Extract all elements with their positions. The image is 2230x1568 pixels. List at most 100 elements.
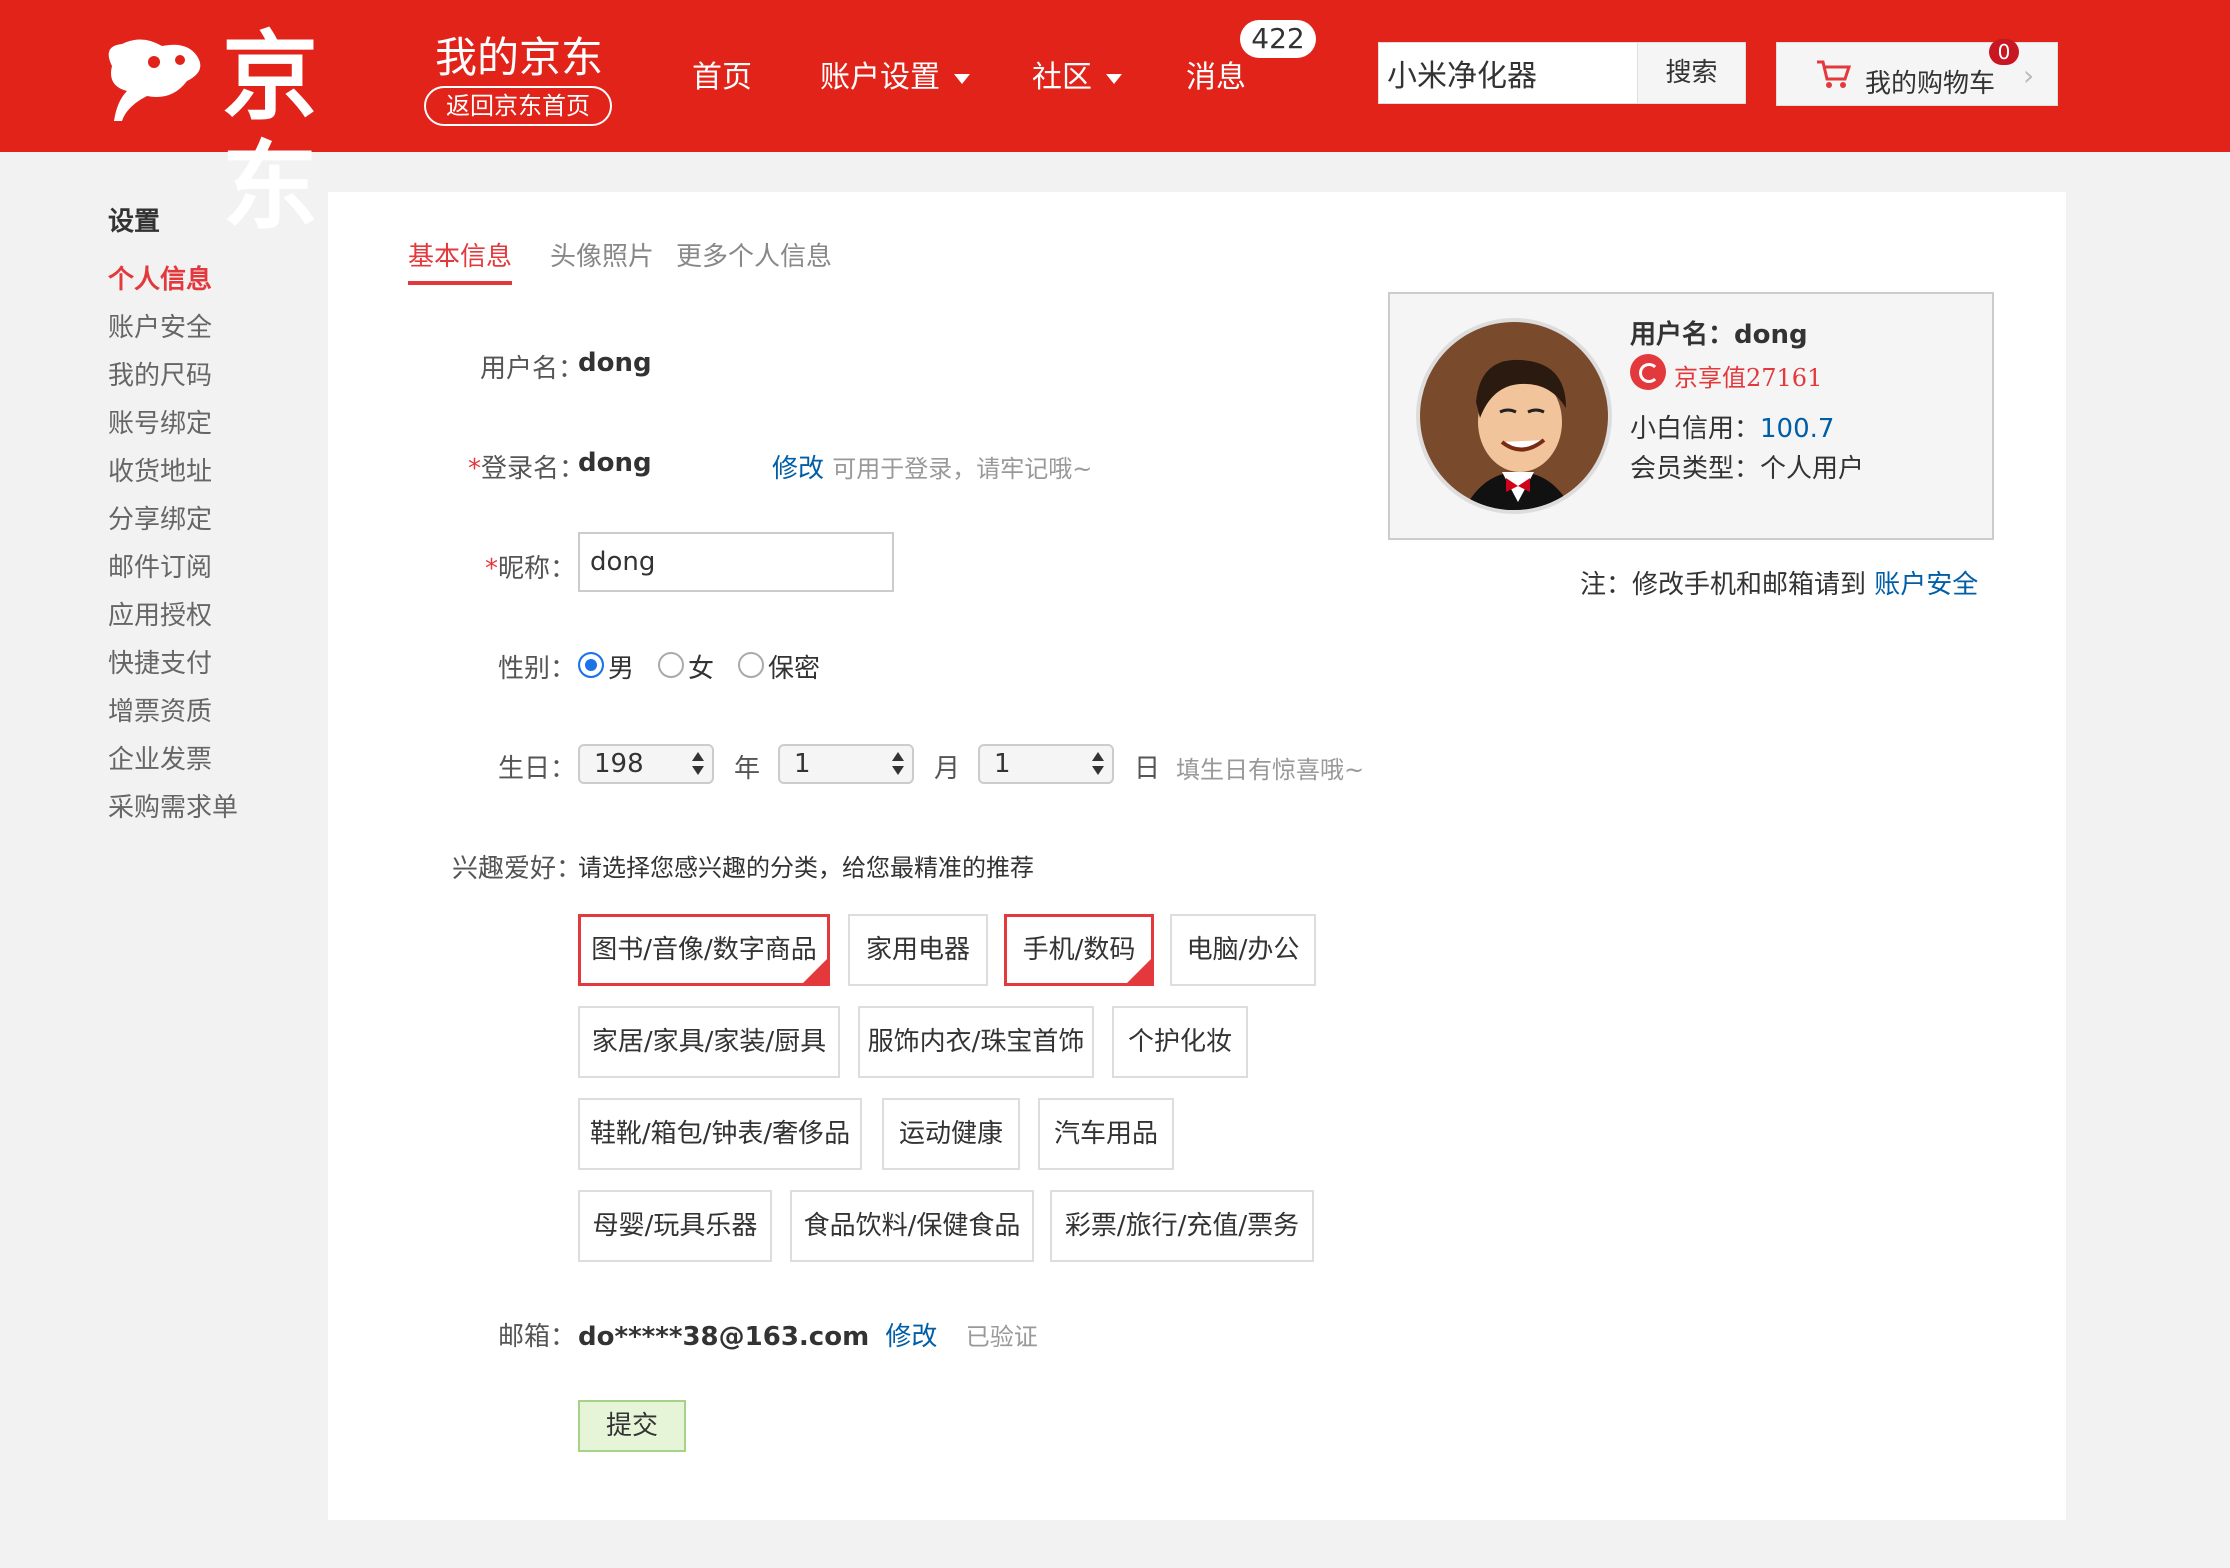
interest-tag-label: 食品饮料/保健食品 bbox=[803, 1211, 1021, 1241]
birth-year-select[interactable]: 198 bbox=[578, 744, 714, 784]
nav-messages[interactable]: 消息 bbox=[1186, 52, 1246, 96]
interest-tag-label: 图书/音像/数字商品 bbox=[591, 935, 817, 965]
interest-tag-label: 家用电器 bbox=[865, 935, 970, 965]
sidebar-item-personal-info[interactable]: 个人信息 bbox=[108, 260, 308, 308]
sidebar-item-email-subscription[interactable]: 邮件订阅 bbox=[108, 548, 308, 596]
interest-tag-apparel[interactable]: 服饰内衣/珠宝首饰 bbox=[858, 1006, 1094, 1078]
interest-tag-phones[interactable]: 手机/数码 bbox=[1004, 914, 1154, 986]
gender-female-label: 女 bbox=[688, 654, 715, 684]
sidebar-item-account-security[interactable]: 账户安全 bbox=[108, 308, 308, 356]
interest-tag-food[interactable]: 食品饮料/保健食品 bbox=[790, 1190, 1034, 1262]
sidebar-item-quick-pay[interactable]: 快捷支付 bbox=[108, 644, 308, 692]
sidebar-item-shipping-address[interactable]: 收货地址 bbox=[108, 452, 308, 500]
jd-logo[interactable]: 京东 bbox=[92, 22, 402, 242]
back-home-button[interactable]: 返回京东首页 bbox=[424, 86, 612, 126]
search-box: 搜索 bbox=[1378, 42, 1746, 104]
interest-tag-label: 运动健康 bbox=[898, 1119, 1003, 1149]
main-panel: 基本信息 头像照片 更多个人信息 用户名： dong *登录名： dong 修改… bbox=[328, 192, 2066, 1520]
interest-tag-home[interactable]: 家居/家具/家装/厨具 bbox=[578, 1006, 840, 1078]
sidebar-item-purchase-request[interactable]: 采购需求单 bbox=[108, 788, 308, 836]
sidebar-item-share-binding[interactable]: 分享绑定 bbox=[108, 500, 308, 548]
modify-note: 注：修改手机和邮箱请到 账户安全 bbox=[1580, 564, 1978, 601]
interest-tag-lottery-travel[interactable]: 彩票/旅行/充值/票务 bbox=[1050, 1190, 1314, 1262]
interest-tag-appliances[interactable]: 家用电器 bbox=[848, 914, 988, 986]
credit-value[interactable]: 100.7 bbox=[1760, 414, 1834, 444]
submit-button[interactable]: 提交 bbox=[578, 1400, 686, 1452]
cart-label: 我的购物车 bbox=[1865, 69, 1996, 99]
chevron-right-icon: › bbox=[2023, 59, 2035, 92]
login-label: *登录名： bbox=[468, 448, 585, 485]
sidebar-item-company-invoice[interactable]: 企业发票 bbox=[108, 740, 308, 788]
profile-username-line: 用户名：dong bbox=[1630, 314, 1808, 351]
interest-tag-computers[interactable]: 电脑/办公 bbox=[1170, 914, 1316, 986]
message-count-badge: 422 bbox=[1240, 20, 1316, 58]
required-mark: * bbox=[484, 554, 498, 584]
tab-more-info[interactable]: 更多个人信息 bbox=[676, 236, 832, 281]
gender-female-radio[interactable] bbox=[658, 652, 684, 678]
email-status: 已验证 bbox=[965, 1323, 1038, 1351]
select-arrows-icon bbox=[1092, 750, 1104, 778]
nav-community-label: 社区 bbox=[1032, 60, 1092, 95]
interest-tag-cosmetics[interactable]: 个护化妆 bbox=[1112, 1006, 1248, 1078]
interest-tag-sports[interactable]: 运动健康 bbox=[882, 1098, 1020, 1170]
nav-community[interactable]: 社区 bbox=[1032, 52, 1122, 96]
email-modify-link[interactable]: 修改 bbox=[885, 1322, 937, 1352]
login-value: dong bbox=[578, 448, 652, 478]
birth-day-value: 1 bbox=[994, 749, 1011, 779]
profile-username-label: 用户名： bbox=[1630, 320, 1735, 350]
login-modify-link[interactable]: 修改 bbox=[772, 454, 824, 484]
sidebar-item-my-size[interactable]: 我的尺码 bbox=[108, 356, 308, 404]
username-label: 用户名： bbox=[480, 354, 585, 384]
interest-tag-auto[interactable]: 汽车用品 bbox=[1038, 1098, 1174, 1170]
interest-tag-label: 彩票/旅行/充值/票务 bbox=[1064, 1211, 1300, 1241]
login-label-text: 登录名： bbox=[481, 454, 586, 484]
tab-avatar-photo[interactable]: 头像照片 bbox=[550, 236, 654, 281]
jd-value[interactable]: 京享值27161 bbox=[1674, 358, 1822, 393]
interest-tag-label: 汽车用品 bbox=[1053, 1119, 1158, 1149]
sidebar-item-vat-invoice[interactable]: 增票资质 bbox=[108, 692, 308, 740]
member-type: 会员类型：个人用户 bbox=[1630, 454, 1865, 484]
avatar-image bbox=[1420, 322, 1608, 510]
gender-male-radio[interactable] bbox=[578, 652, 604, 678]
chevron-down-icon bbox=[954, 73, 970, 84]
nav-home[interactable]: 首页 bbox=[692, 52, 752, 96]
gender-secret-radio[interactable] bbox=[738, 652, 764, 678]
interest-tag-books[interactable]: 图书/音像/数字商品 bbox=[578, 914, 830, 986]
year-unit: 年 bbox=[734, 754, 761, 784]
account-security-link[interactable]: 账户安全 bbox=[1874, 570, 1978, 600]
birth-day-select[interactable]: 1 bbox=[978, 744, 1114, 784]
birth-month-value: 1 bbox=[794, 749, 811, 779]
birth-month-select[interactable]: 1 bbox=[778, 744, 914, 784]
interest-tag-baby-toys[interactable]: 母婴/玩具乐器 bbox=[578, 1190, 772, 1262]
chevron-down-icon bbox=[1106, 73, 1122, 84]
tab-basic-info[interactable]: 基本信息 bbox=[408, 236, 513, 285]
month-unit: 月 bbox=[934, 754, 961, 784]
interest-label: 兴趣爱好： bbox=[452, 854, 583, 884]
login-hint: 可用于登录，请牢记哦~ bbox=[832, 455, 1093, 483]
login-modify-row: 修改 可用于登录，请牢记哦~ bbox=[772, 448, 1092, 485]
checkmark-corner-icon bbox=[1124, 956, 1154, 986]
username-value: dong bbox=[578, 348, 652, 378]
birthday-label: 生日： bbox=[497, 754, 576, 784]
interest-tag-label: 个护化妆 bbox=[1127, 1027, 1232, 1057]
search-button[interactable]: 搜索 bbox=[1637, 43, 1745, 103]
select-arrows-icon bbox=[692, 750, 704, 778]
avatar[interactable] bbox=[1416, 318, 1612, 514]
top-header: 京东 我的京东 返回京东首页 首页 账户设置 社区 消息 422 搜索 我的购物… bbox=[0, 0, 2230, 242]
search-input[interactable] bbox=[1379, 43, 1635, 103]
interest-tag-label: 家居/家具/家装/厨具 bbox=[591, 1027, 827, 1057]
sidebar-item-account-binding[interactable]: 账号绑定 bbox=[108, 404, 308, 452]
gender-male-label: 男 bbox=[608, 654, 635, 684]
credit-label: 小白信用： bbox=[1630, 414, 1761, 444]
cart-button[interactable]: 我的购物车 0 › bbox=[1776, 39, 2058, 106]
nickname-label: *昵称： bbox=[468, 548, 576, 585]
day-unit: 日 bbox=[1134, 754, 1161, 784]
nav-account-settings-label: 账户设置 bbox=[820, 60, 940, 95]
sidebar-item-app-authorization[interactable]: 应用授权 bbox=[108, 596, 308, 644]
nickname-input[interactable] bbox=[578, 532, 894, 592]
interest-tag-shoes-bags[interactable]: 鞋靴/箱包/钟表/奢侈品 bbox=[578, 1098, 862, 1170]
checkmark-corner-icon bbox=[800, 956, 830, 986]
interest-tag-label: 母婴/玩具乐器 bbox=[592, 1211, 758, 1241]
nav-account-settings[interactable]: 账户设置 bbox=[820, 52, 970, 96]
profile-card: 用户名：dong 京享值27161 小白信用：100.7 会员类型：个人用户 bbox=[1388, 292, 1994, 540]
